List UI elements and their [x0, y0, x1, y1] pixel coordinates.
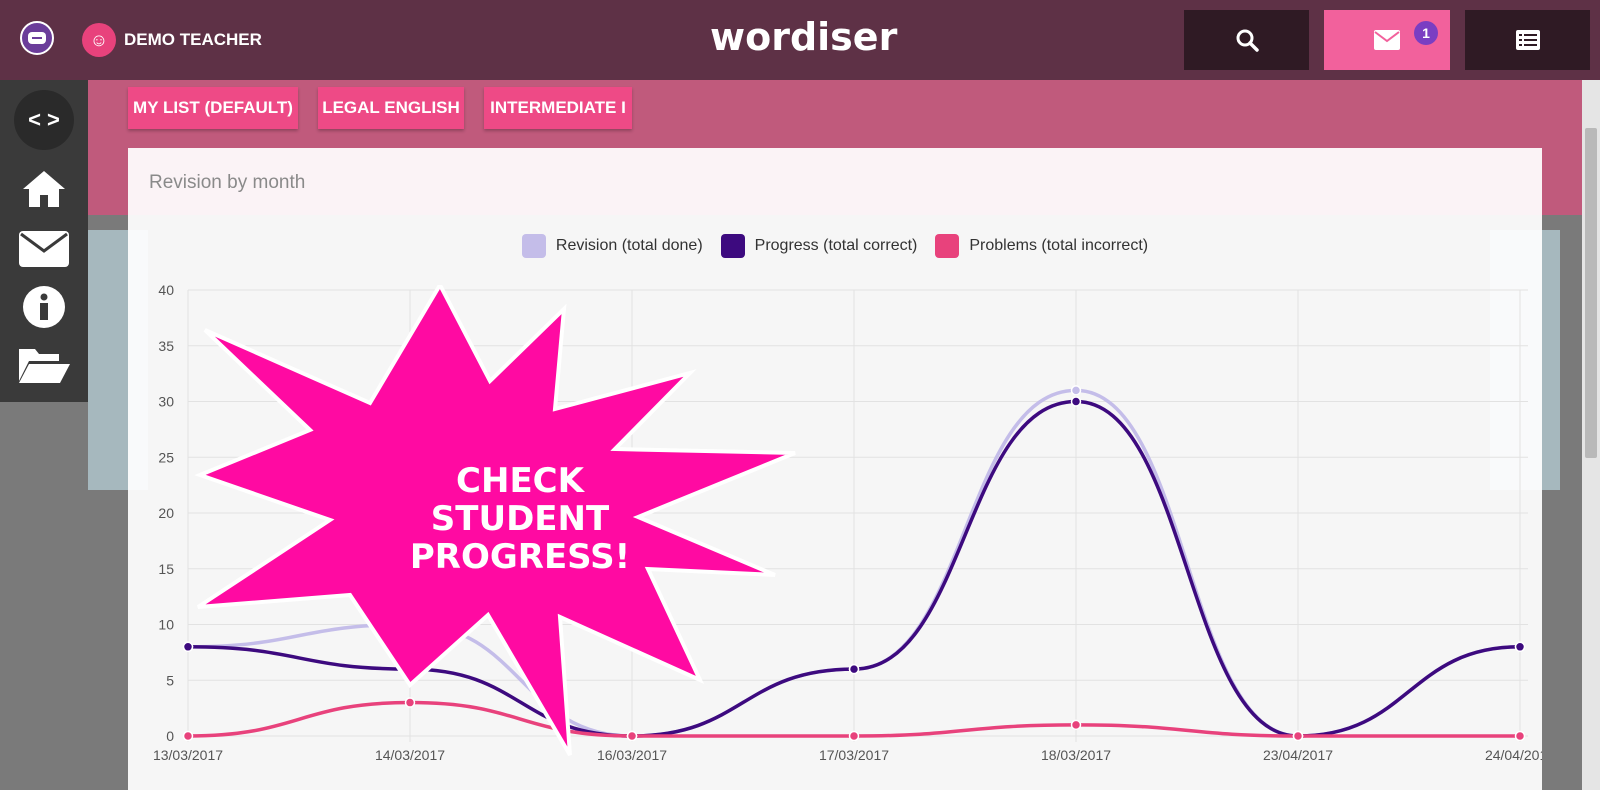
page-scrollbar-thumb[interactable]	[1585, 128, 1597, 458]
data-point	[848, 730, 860, 742]
y-tick-label: 35	[158, 338, 174, 354]
menu-list-button[interactable]	[1465, 10, 1590, 70]
sidebar: < >	[0, 80, 88, 402]
data-point	[1070, 719, 1082, 731]
search-button[interactable]	[1184, 10, 1309, 70]
sidebar-item-info[interactable]	[0, 278, 88, 336]
data-point	[848, 663, 860, 675]
sidebar-item-files[interactable]	[0, 336, 88, 394]
y-tick-label: 20	[158, 505, 174, 521]
data-point	[1070, 385, 1082, 396]
x-tick-label: 24/04/2017	[1485, 747, 1542, 763]
top-bar: ☺ DEMO TEACHER wordiser	[0, 0, 1600, 80]
data-point	[1514, 730, 1526, 742]
info-icon	[23, 286, 65, 328]
list-tab-my-list[interactable]: MY LIST (DEFAULT)	[128, 87, 298, 129]
sidebar-item-home[interactable]	[0, 160, 88, 218]
y-tick-label: 30	[158, 394, 174, 410]
y-tick-label: 5	[166, 672, 174, 688]
x-tick-label: 17/03/2017	[819, 747, 889, 763]
list-icon	[1515, 30, 1540, 50]
y-tick-label: 40	[158, 282, 174, 298]
promo-line-1: CHECK	[456, 461, 584, 501]
unread-count-badge: 1	[1414, 21, 1438, 45]
x-tick-label: 18/03/2017	[1041, 747, 1111, 763]
mail-icon	[19, 231, 69, 267]
promo-headline: CHECK STUDENT PROGRESS!	[390, 462, 650, 576]
folder-open-icon	[19, 349, 70, 383]
y-tick-label: 10	[158, 617, 174, 633]
x-tick-label: 23/04/2017	[1263, 747, 1333, 763]
app-logo-icon[interactable]	[20, 21, 54, 55]
brand-logo: wordiser	[710, 15, 898, 59]
search-icon	[1236, 29, 1259, 52]
sidebar-toggle-button[interactable]: < >	[14, 90, 74, 150]
user-avatar[interactable]: ☺	[82, 23, 116, 57]
mail-icon	[1374, 30, 1400, 50]
list-tab-legal-english[interactable]: LEGAL ENGLISH	[318, 87, 464, 129]
data-point	[1514, 641, 1526, 653]
user-name[interactable]: DEMO TEACHER	[124, 30, 262, 50]
list-tab-intermediate[interactable]: INTERMEDIATE I	[484, 87, 632, 129]
promo-line-3: PROGRESS!	[409, 537, 631, 577]
promo-line-2: STUDENT	[430, 499, 610, 539]
code-toggle-icon: < >	[28, 107, 60, 132]
sidebar-item-messages[interactable]	[0, 220, 88, 278]
y-tick-label: 0	[166, 728, 174, 744]
y-tick-label: 25	[158, 449, 174, 465]
data-point	[1292, 730, 1304, 742]
home-icon	[23, 171, 65, 207]
y-tick-label: 15	[158, 561, 174, 577]
data-point	[1070, 396, 1082, 407]
